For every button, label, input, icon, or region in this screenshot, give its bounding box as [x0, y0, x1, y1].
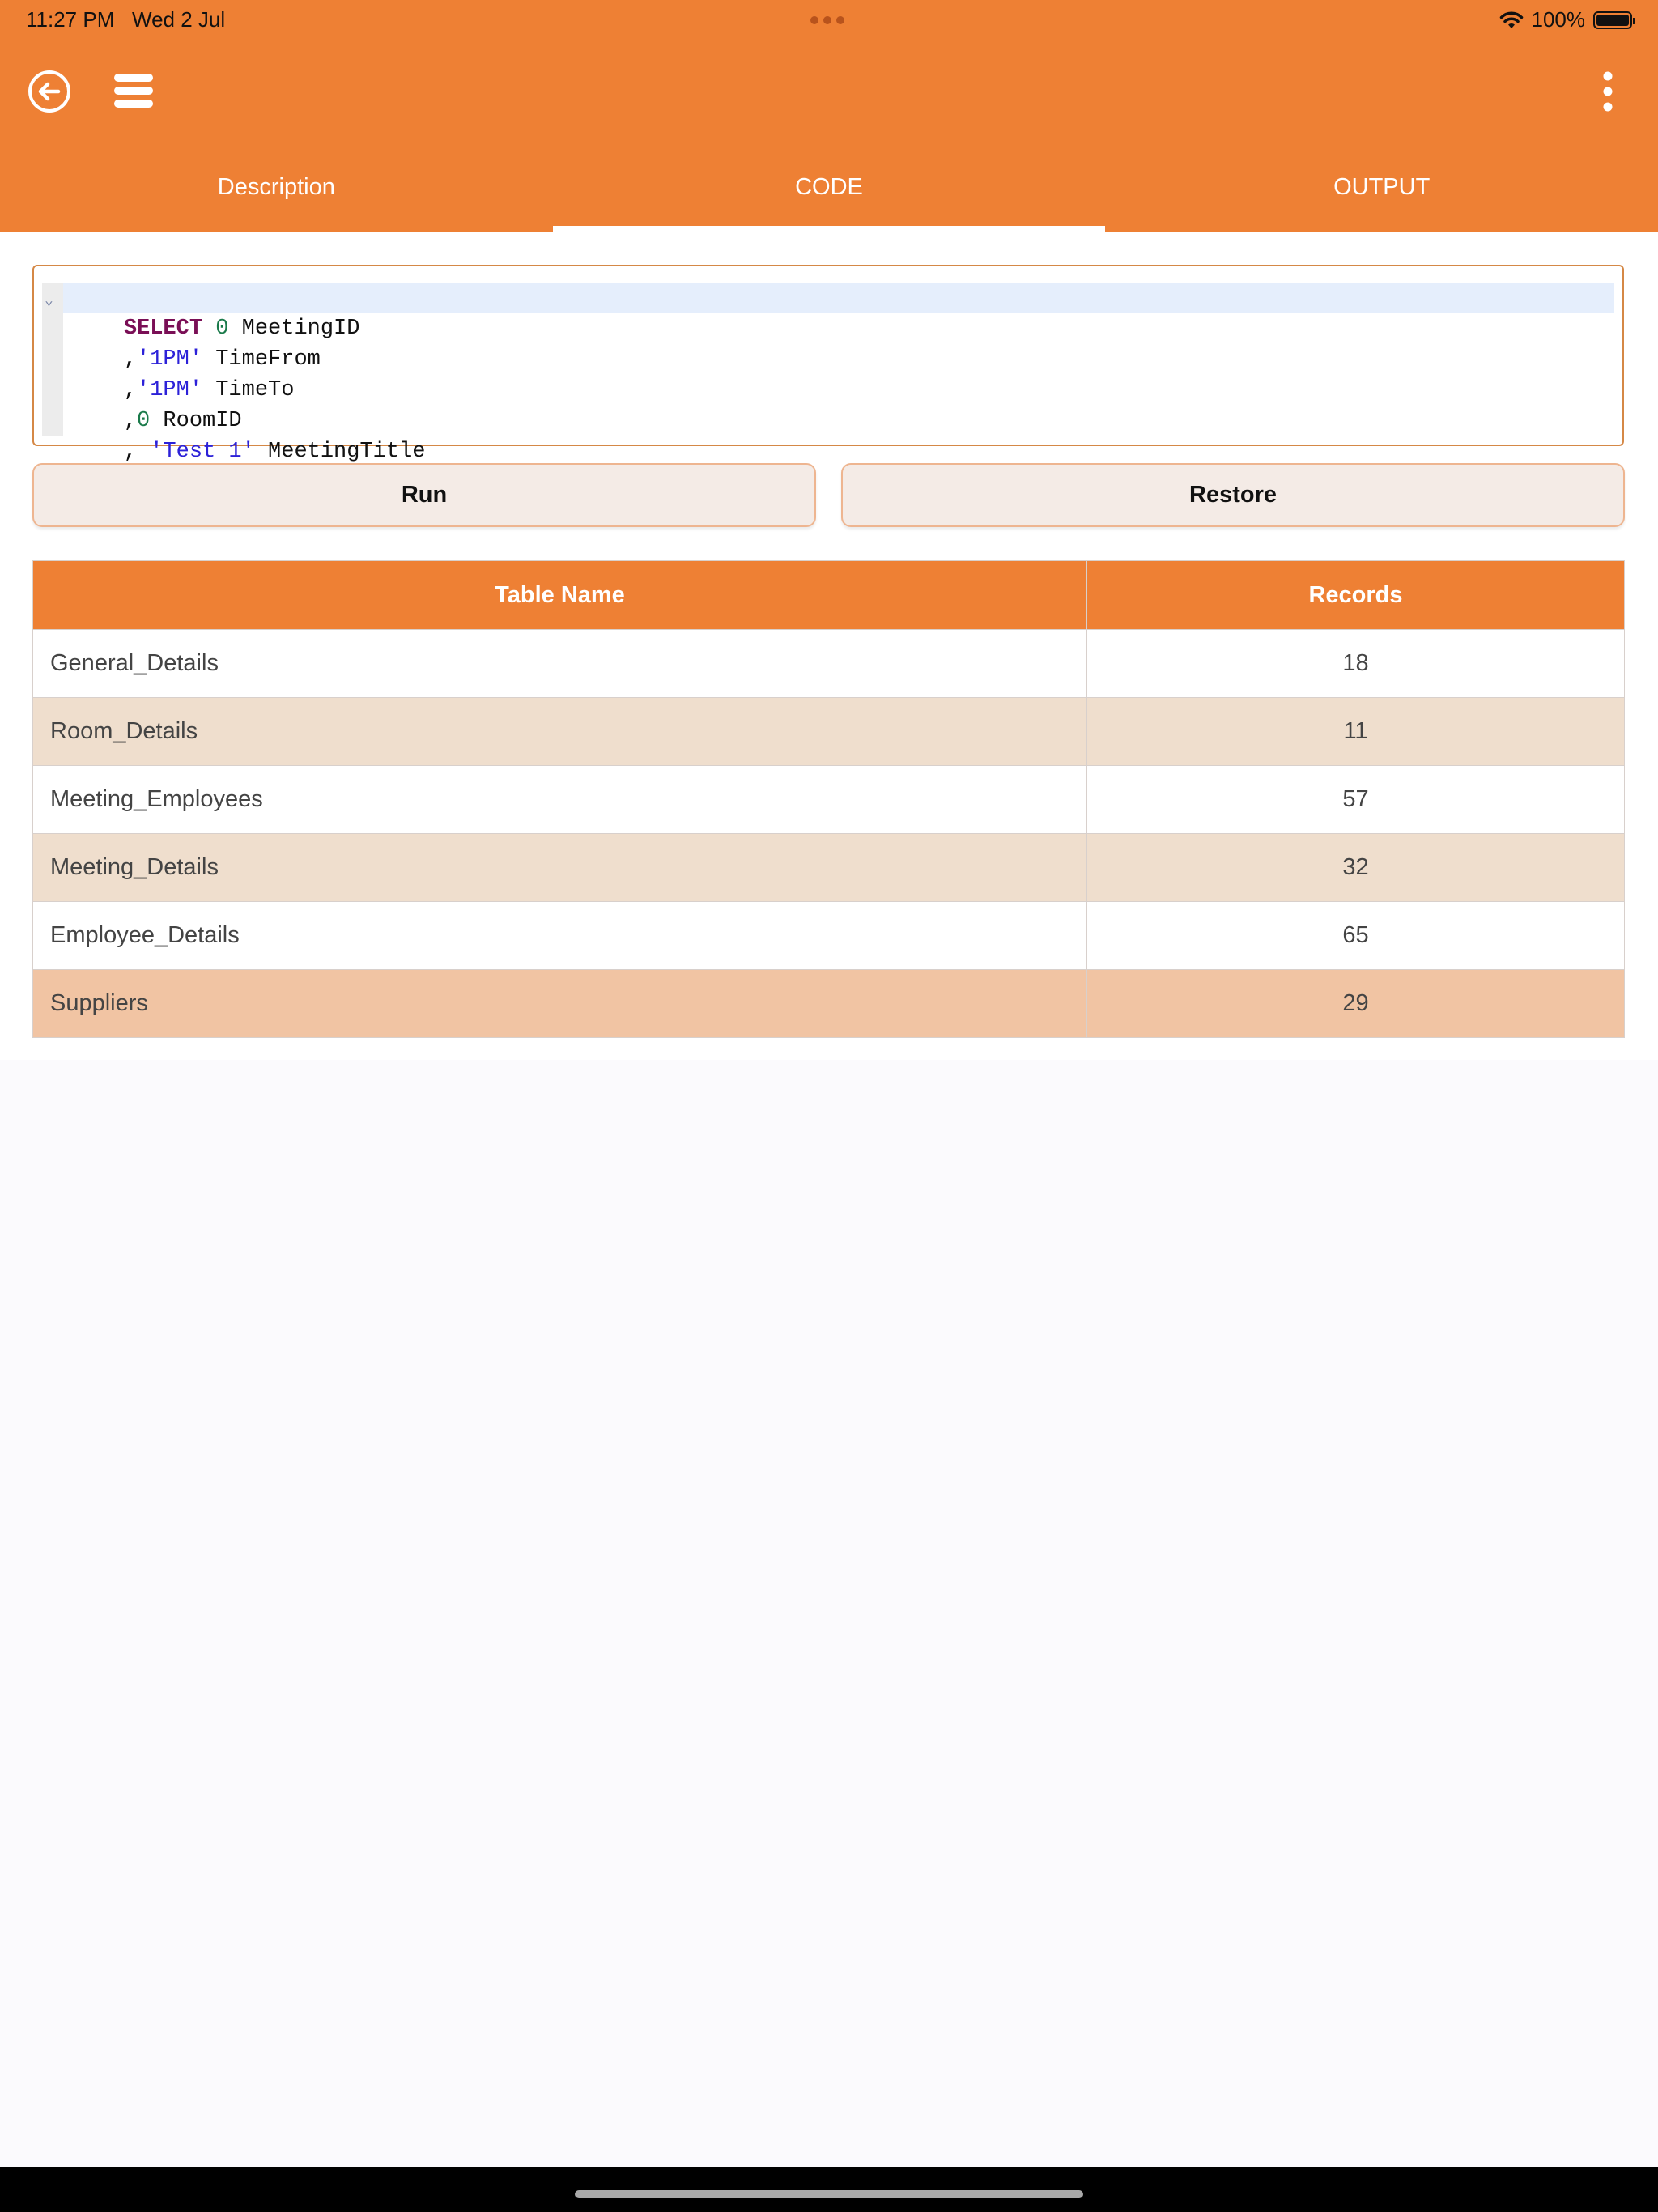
records-cell: 18: [1086, 629, 1625, 698]
records-cell: 65: [1086, 901, 1625, 970]
table-row[interactable]: Room_Details 11: [32, 697, 1625, 766]
run-button[interactable]: Run: [32, 463, 816, 527]
app-header: 11:27 PM Wed 2 Jul 100% Description CODE…: [0, 0, 1658, 232]
table-row-selected[interactable]: Suppliers 29: [32, 969, 1625, 1038]
table-name-cell: Meeting_Details: [32, 833, 1087, 902]
column-header-records: Records: [1086, 560, 1625, 630]
table-row[interactable]: Meeting_Details 32: [32, 833, 1625, 902]
code-line[interactable]: ,0 RoomID: [42, 375, 1614, 433]
vertical-ellipsis-icon: [1603, 71, 1613, 112]
time-text: 11:27 PM: [26, 7, 115, 32]
tab-bar: Description CODE OUTPUT: [0, 152, 1658, 232]
home-indicator[interactable]: [575, 2190, 1083, 2198]
more-options-button[interactable]: [1596, 70, 1619, 113]
home-bar-area: [0, 2167, 1658, 2212]
table-name-cell: General_Details: [32, 629, 1087, 698]
table-row[interactable]: Employee_Details 65: [32, 901, 1625, 970]
back-button[interactable]: [28, 70, 71, 113]
fold-chevron-icon[interactable]: ⌄: [45, 286, 53, 317]
records-cell: 29: [1086, 969, 1625, 1038]
records-cell: 11: [1086, 697, 1625, 766]
battery-percent: 100%: [1531, 7, 1586, 32]
tab-description[interactable]: Description: [0, 152, 553, 232]
code-line[interactable]: ⌄ SELECT 0 MeetingID: [42, 283, 1614, 341]
battery-icon: [1593, 11, 1635, 29]
code-line[interactable]: ,'1PM' TimeTo: [42, 344, 1614, 402]
tab-code[interactable]: CODE: [552, 152, 1106, 232]
records-cell: 57: [1086, 765, 1625, 834]
table-name-cell: Room_Details: [32, 697, 1087, 766]
hamburger-menu-icon: [114, 74, 153, 108]
code-editor[interactable]: ⌄ SELECT 0 MeetingID ,'1PM' TimeFrom ,'1P…: [32, 265, 1624, 464]
wifi-icon: [1499, 11, 1523, 28]
table-row[interactable]: Meeting_Employees 57: [32, 765, 1625, 834]
table-header-row: Table Name Records: [32, 560, 1625, 630]
code-line[interactable]: , 'Test 1' MeetingTitle: [42, 406, 1614, 464]
menu-button[interactable]: [113, 73, 154, 108]
column-header-table-name: Table Name: [32, 560, 1087, 630]
table-name-cell: Suppliers: [32, 969, 1087, 1038]
code-line[interactable]: ,'1PM' TimeFrom: [42, 313, 1614, 372]
table-name-cell: Employee_Details: [32, 901, 1087, 970]
back-arrow-circle-icon: [28, 70, 70, 113]
tables-list: Table Name Records General_Details 18 Ro…: [32, 560, 1625, 1038]
records-cell: 32: [1086, 833, 1625, 902]
table-name-cell: Meeting_Employees: [32, 765, 1087, 834]
restore-button[interactable]: Restore: [841, 463, 1625, 527]
multitasking-dots-icon[interactable]: [810, 16, 844, 24]
status-bar: 11:27 PM Wed 2 Jul 100%: [0, 0, 1658, 39]
status-time: 11:27 PM Wed 2 Jul: [26, 7, 225, 32]
table-row[interactable]: General_Details 18: [32, 629, 1625, 698]
status-indicators: 100%: [1499, 7, 1635, 32]
date-text: Wed 2 Jul: [132, 7, 226, 32]
tab-output[interactable]: OUTPUT: [1105, 152, 1658, 232]
